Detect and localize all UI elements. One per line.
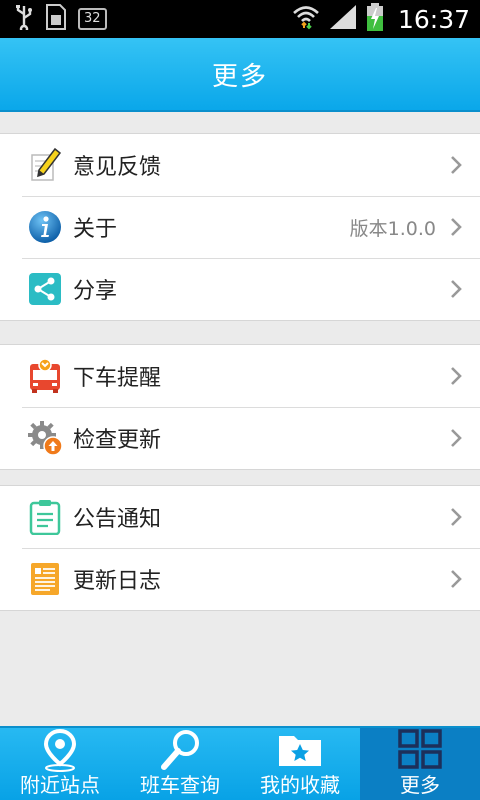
menu-item-changelog[interactable]: 更新日志 [0, 548, 480, 610]
chevron-right-icon [442, 565, 470, 593]
chevron-right-icon [442, 275, 470, 303]
version-value: 版本1.0.0 [349, 217, 436, 240]
header-bar: 更多 [0, 38, 480, 112]
menu-item-share[interactable]: 分享 [0, 258, 480, 320]
menu-item-feedback[interactable]: 意见反馈 [0, 134, 480, 196]
chevron-right-icon [442, 424, 470, 452]
menu-item-label: 关于 [73, 217, 118, 242]
bottom-nav: 附近站点 班车查询 我的收藏 更多 [0, 726, 480, 800]
feedback-pencil-icon [27, 147, 63, 183]
status-bar: 32 16:37 [0, 0, 480, 38]
bus-alarm-icon [27, 358, 63, 394]
menu-item-label: 更新日志 [73, 569, 162, 594]
menu-group-general: 意见反馈 关于 版本1.0.0 分享 [0, 133, 480, 321]
menu-group-info: 公告通知 更新日志 [0, 485, 480, 611]
battery-charging-icon [366, 2, 384, 36]
nav-tab-shuttle-search[interactable]: 班车查询 [120, 728, 240, 800]
chevron-right-icon [442, 213, 470, 241]
usb-icon [14, 4, 34, 34]
nav-tab-label: 更多 [400, 773, 440, 797]
menu-item-announcements[interactable]: 公告通知 [0, 486, 480, 548]
chevron-right-icon [442, 151, 470, 179]
location-pin-icon [40, 728, 80, 772]
menu-item-label: 公告通知 [73, 507, 162, 532]
page-title: 更多 [211, 61, 268, 92]
gear-update-icon [27, 420, 63, 456]
menu-item-alight-reminder[interactable]: 下车提醒 [0, 345, 480, 407]
chevron-right-icon [442, 503, 470, 531]
nav-tab-label: 我的收藏 [260, 773, 340, 797]
nav-tab-my-favorites[interactable]: 我的收藏 [240, 728, 360, 800]
menu-group-tools: 下车提醒 检查更新 [0, 344, 480, 470]
nav-tab-nearby-stops[interactable]: 附近站点 [0, 728, 120, 800]
nav-tab-more[interactable]: 更多 [360, 728, 480, 800]
clock: 16:37 [397, 4, 470, 34]
nav-tab-label: 班车查询 [140, 773, 220, 797]
log-document-icon [27, 561, 63, 597]
menu-item-label: 检查更新 [73, 428, 162, 453]
sim-card-icon [44, 3, 68, 35]
search-icon [158, 728, 202, 772]
favorites-folder-icon [276, 728, 324, 772]
menu-item-label: 意见反馈 [73, 155, 162, 180]
share-icon [27, 271, 63, 307]
grid-more-icon [396, 728, 444, 772]
nav-tab-label: 附近站点 [20, 773, 100, 797]
menu-item-label: 分享 [73, 279, 118, 304]
info-icon [27, 209, 63, 245]
clipboard-icon [27, 499, 63, 535]
signal-icon [328, 3, 358, 35]
chevron-right-icon [442, 362, 470, 390]
menu-item-check-update[interactable]: 检查更新 [0, 407, 480, 469]
wifi-icon [292, 4, 320, 34]
notification-count-badge: 32 [78, 8, 107, 30]
menu-item-about[interactable]: 关于 版本1.0.0 [0, 196, 480, 258]
menu-item-label: 下车提醒 [73, 366, 162, 391]
